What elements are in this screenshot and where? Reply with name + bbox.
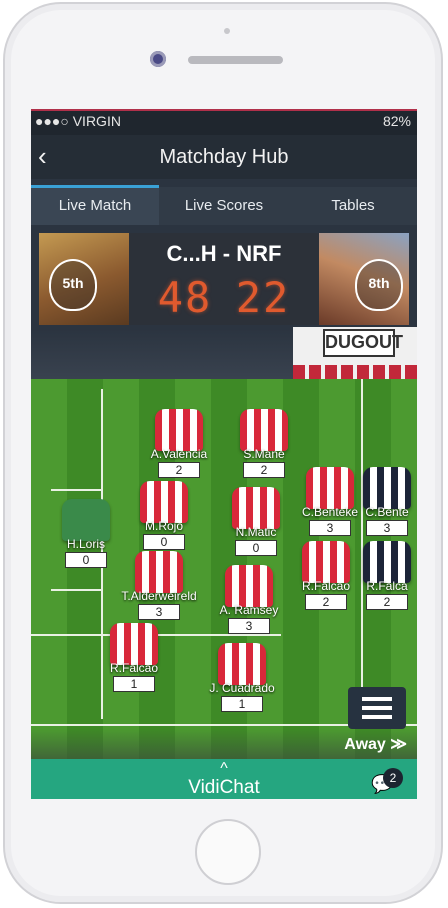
- player-card[interactable]: T.Alderweireld 3: [109, 551, 209, 621]
- jersey-icon: [302, 541, 350, 583]
- player-score: 2: [158, 462, 200, 478]
- tab-live-match[interactable]: Live Match: [31, 185, 159, 225]
- list-icon: [362, 706, 392, 710]
- player-name: A. Ramsey: [219, 603, 279, 617]
- jersey-icon: [155, 409, 203, 451]
- player-card[interactable]: C.Bente 3: [357, 467, 417, 537]
- player-name: R.Falcao: [109, 661, 159, 675]
- player-card[interactable]: M.Rojo 0: [121, 481, 207, 551]
- pitch-line: [51, 489, 101, 491]
- player-score: 1: [221, 696, 263, 712]
- player-score: 0: [65, 552, 107, 568]
- teams-label: C...H - NRF: [166, 241, 282, 266]
- away-score: 22: [235, 273, 291, 322]
- jersey-icon: [62, 499, 110, 541]
- jersey-icon: [240, 409, 288, 451]
- player-card[interactable]: A.Valencia 2: [136, 409, 222, 479]
- jersey-icon: [363, 541, 411, 583]
- jersey-icon: [140, 481, 188, 523]
- jersey-icon: [218, 643, 266, 685]
- away-team-crest: 8th: [319, 233, 409, 325]
- status-accent-line: [31, 109, 417, 111]
- player-card[interactable]: R.Falcao 1: [91, 623, 177, 693]
- list-icon: [362, 715, 392, 719]
- home-button[interactable]: [195, 819, 261, 885]
- player-name: R.Falca: [366, 579, 408, 593]
- earpiece-speaker: [188, 56, 283, 64]
- player-card[interactable]: A. Ramsey 3: [206, 565, 292, 635]
- away-rank-badge: 8th: [355, 259, 403, 311]
- player-name: S.Mane: [243, 447, 285, 461]
- player-score: 2: [366, 594, 408, 610]
- tab-live-scores[interactable]: Live Scores: [159, 187, 289, 225]
- pitch-line: [51, 589, 101, 591]
- player-score: 1: [113, 676, 155, 692]
- player-score: 0: [235, 540, 277, 556]
- list-view-button[interactable]: [348, 687, 406, 729]
- player-name: M.Rojo: [144, 519, 183, 533]
- player-name: T.Alderweireld: [121, 589, 197, 603]
- vidichat-bar[interactable]: ^ VidiChat 💬 2: [31, 759, 417, 799]
- jersey-icon: [232, 487, 280, 529]
- home-score: 48: [157, 273, 213, 322]
- app-header: ‹ Matchday Hub: [31, 135, 417, 179]
- page-title: Matchday Hub: [159, 146, 289, 168]
- proximity-sensor: [224, 28, 230, 34]
- player-score: 3: [228, 618, 270, 634]
- player-score: 3: [366, 520, 408, 536]
- chevron-up-icon: ^: [220, 760, 228, 777]
- home-team-crest: 5th: [39, 233, 129, 325]
- player-score: 2: [305, 594, 347, 610]
- tab-bar: Live Match Live Scores Tables: [31, 185, 417, 225]
- jersey-icon: [110, 623, 158, 665]
- player-score: 2: [243, 462, 285, 478]
- front-camera: [150, 51, 166, 67]
- app-screen: ●●●○ VIRGIN 82% ‹ Matchday Hub Live Matc…: [31, 109, 417, 799]
- home-rank-badge: 5th: [49, 259, 97, 311]
- carrier-label: ●●●○ VIRGIN: [35, 113, 121, 129]
- sponsor-logo: DUGOUT: [323, 329, 403, 357]
- player-name: H.Loris: [66, 537, 105, 551]
- list-icon: [362, 697, 392, 701]
- vidichat-label: VidiChat: [188, 777, 260, 798]
- battery-label: 82%: [382, 113, 411, 129]
- player-name: J. Cuadrado: [209, 681, 275, 695]
- jersey-icon: [135, 551, 183, 593]
- player-name: A.Valencia: [150, 447, 208, 461]
- jersey-icon: [306, 467, 354, 509]
- player-card[interactable]: J. Cuadrado 1: [199, 643, 285, 713]
- stadium-stand: DUGOUT: [293, 327, 417, 387]
- status-bar: ●●●○ VIRGIN 82%: [31, 109, 417, 135]
- jersey-icon: [363, 467, 411, 509]
- player-score: 3: [138, 604, 180, 620]
- away-toggle[interactable]: Away ≫: [344, 734, 407, 754]
- player-score: 3: [309, 520, 351, 536]
- tab-tables[interactable]: Tables: [289, 187, 417, 225]
- player-card[interactable]: R.Falca 2: [357, 541, 417, 611]
- player-score: 0: [143, 534, 185, 550]
- jersey-icon: [225, 565, 273, 607]
- chat-badge: 2: [383, 768, 403, 788]
- player-name: C.Bente: [365, 505, 409, 519]
- scoreboard: 5th C...H - NRF 48 22 8th: [39, 233, 409, 325]
